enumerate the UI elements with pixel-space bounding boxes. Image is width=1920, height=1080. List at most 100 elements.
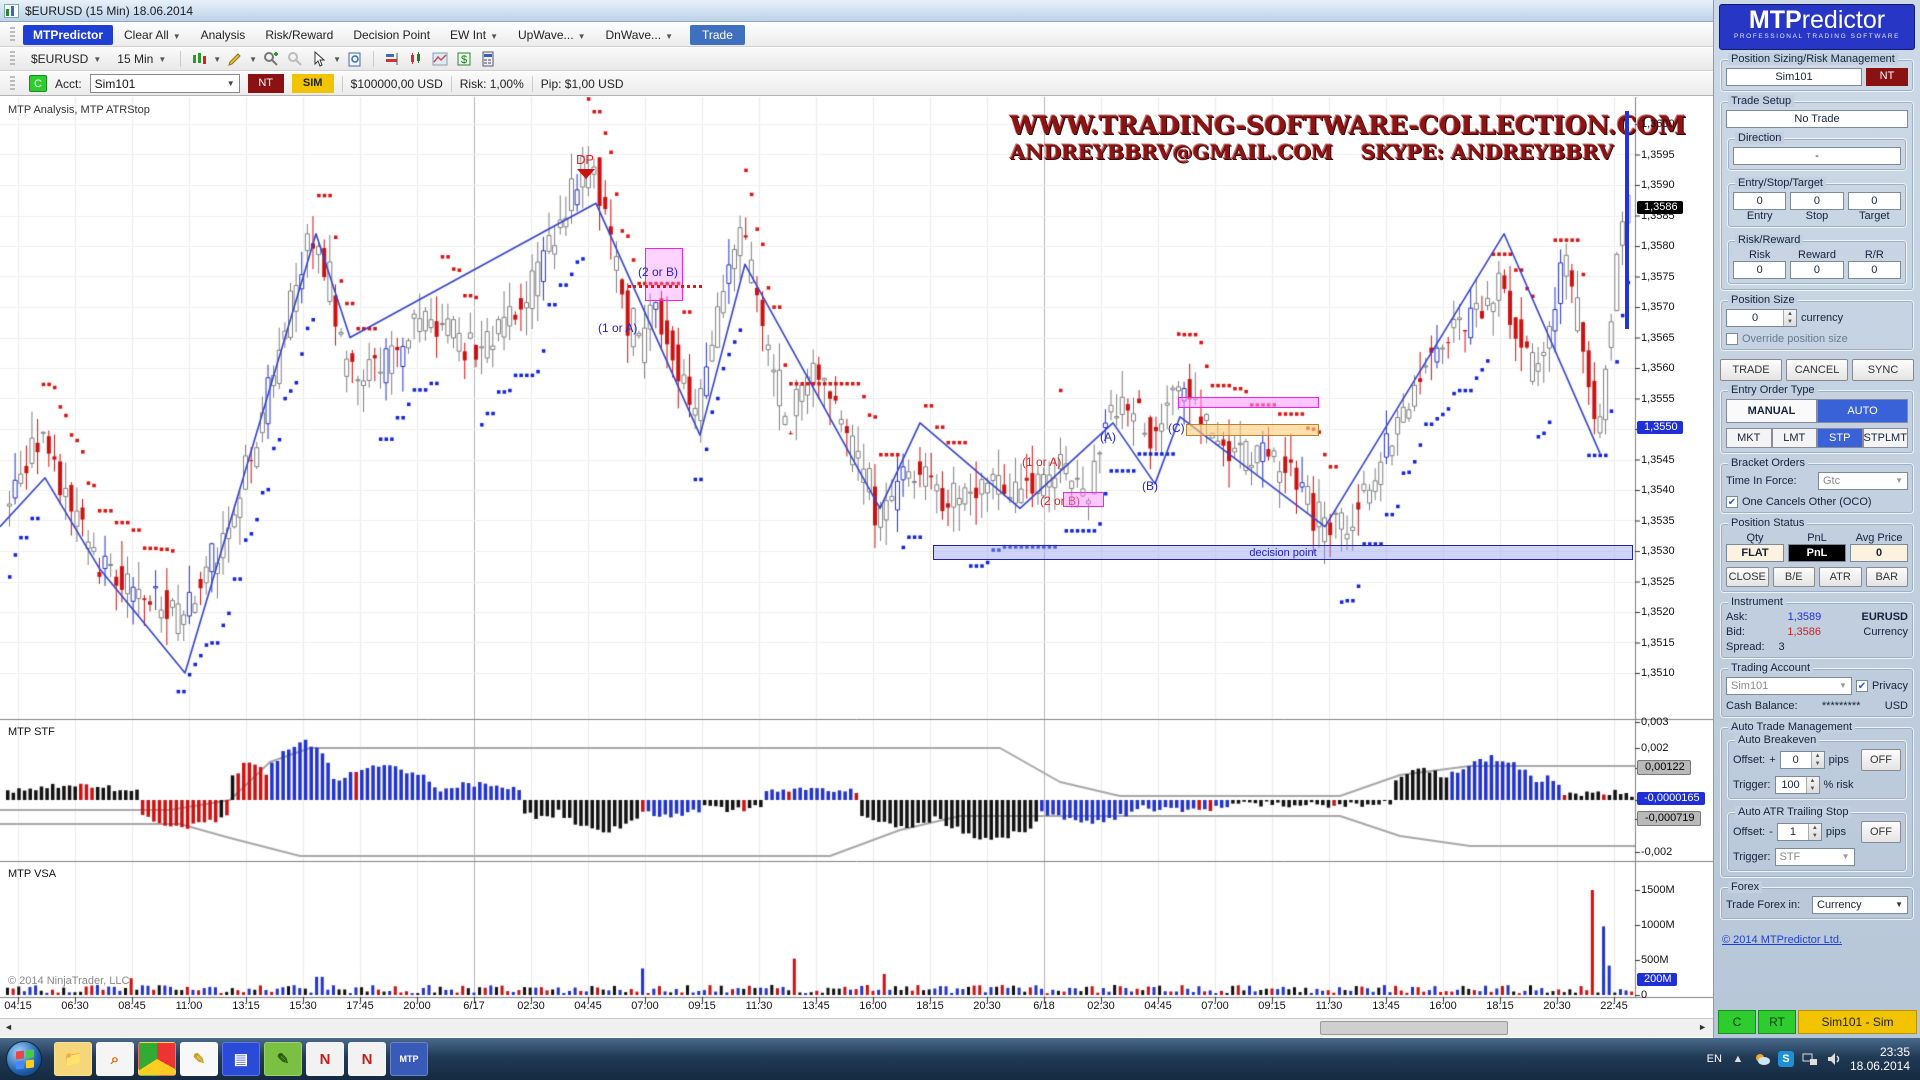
- toolbar-grip[interactable]: [10, 27, 15, 43]
- chevron-down-icon[interactable]: ▼: [213, 55, 221, 64]
- editor-taskbar-icon[interactable]: ✎: [264, 1042, 302, 1076]
- instrument-selector[interactable]: $EURUSD ▼: [25, 50, 107, 68]
- menu-item-trade[interactable]: Trade: [690, 25, 745, 45]
- group-title: Entry/Stop/Target: [1735, 177, 1826, 189]
- menu-item-analysis[interactable]: Analysis: [192, 26, 255, 44]
- oco-checkbox[interactable]: ✔: [1726, 496, 1738, 508]
- area-chart-icon[interactable]: [430, 50, 450, 68]
- cancel-button[interactable]: CANCEL: [1786, 359, 1848, 381]
- tr-offset-spinner[interactable]: 1 ▲▼: [1777, 823, 1822, 841]
- trade-button[interactable]: TRADE: [1720, 359, 1782, 381]
- be-trigger-label: Trigger:: [1733, 779, 1771, 791]
- trading-account-dropdown[interactable]: Sim101 ▼: [1726, 677, 1852, 695]
- oco-label: One Cancels Other (OCO): [1742, 496, 1872, 508]
- bid-value: 1,3586: [1787, 626, 1821, 638]
- notepad-taskbar-icon[interactable]: ✎: [180, 1042, 218, 1076]
- position-size-spinner[interactable]: 0 ▲▼: [1726, 309, 1797, 327]
- drawing-pencil-icon[interactable]: [225, 50, 245, 68]
- tr-trigger-dropdown[interactable]: STF ▼: [1775, 848, 1855, 866]
- ninjatrader-taskbar-icon[interactable]: N: [348, 1042, 386, 1076]
- tr-off-button[interactable]: OFF: [1861, 821, 1901, 843]
- close-button[interactable]: CLOSE: [1726, 567, 1769, 587]
- nt-badge[interactable]: NT: [1866, 68, 1908, 86]
- menu-item-upwave[interactable]: UpWave...▼: [509, 26, 595, 44]
- taskbar-clock[interactable]: 23:35 18.06.2014: [1850, 1045, 1910, 1073]
- toolbar-grip[interactable]: [10, 51, 15, 67]
- trade-forex-dropdown[interactable]: Currency ▼: [1812, 896, 1908, 914]
- spinner-arrows-icon[interactable]: ▲▼: [1806, 777, 1819, 793]
- spinner-arrows-icon[interactable]: ▲▼: [1808, 824, 1821, 840]
- network-tray-icon[interactable]: [1802, 1051, 1818, 1067]
- time-axis-label: 13:45: [1372, 1000, 1400, 1012]
- dollar-icon[interactable]: $: [454, 50, 474, 68]
- time-axis-label: 6/18: [1033, 1000, 1054, 1012]
- candle-panel-icon[interactable]: [406, 50, 426, 68]
- chevron-down-icon[interactable]: ▼: [333, 55, 341, 64]
- zoom-out-icon[interactable]: [285, 50, 305, 68]
- menu-item-ew-int[interactable]: EW Int▼: [441, 26, 507, 44]
- sync-button[interactable]: SYNC: [1852, 359, 1914, 381]
- group-title: Entry Order Type: [1728, 384, 1818, 396]
- connection-button[interactable]: C: [29, 75, 47, 92]
- order-type-stp[interactable]: STP: [1817, 428, 1863, 448]
- skype-tray-icon[interactable]: S: [1778, 1051, 1794, 1067]
- menu-item-clear-all[interactable]: Clear All▼: [115, 26, 190, 44]
- chart-scrollbar[interactable]: ◄ ►: [0, 1018, 1713, 1037]
- sim-mode-button[interactable]: SIM: [292, 74, 334, 93]
- scrollbar-thumb[interactable]: [1320, 1021, 1508, 1035]
- order-type-stplmt[interactable]: STPLMT: [1863, 428, 1909, 448]
- spinner-arrows-icon[interactable]: ▲▼: [1811, 752, 1824, 768]
- chrome-taskbar-icon[interactable]: [138, 1042, 176, 1076]
- language-indicator[interactable]: EN: [1707, 1053, 1722, 1065]
- be-off-button[interactable]: OFF: [1861, 749, 1901, 771]
- menu-item-mtpredictor[interactable]: MTPredictor: [23, 25, 113, 45]
- account-bar: C Acct: Sim101 ▼ NT SIM $100000,00 USD R…: [0, 72, 1920, 96]
- calculator-icon[interactable]: [478, 50, 498, 68]
- menu-item-risk-reward[interactable]: Risk/Reward: [256, 26, 342, 44]
- menu-item-dnwave[interactable]: DnWave...▼: [596, 26, 682, 44]
- search-taskbar-icon[interactable]: ⌕: [96, 1042, 134, 1076]
- menu-item-decision-point[interactable]: Decision Point: [344, 26, 439, 44]
- mtpredictor-copyright-link[interactable]: © 2014 MTPredictor Ltd.: [1722, 934, 1915, 946]
- toolbar-grip[interactable]: [10, 76, 15, 92]
- tray-expand-icon[interactable]: ▲: [1730, 1051, 1746, 1067]
- start-button[interactable]: [6, 1041, 42, 1077]
- tif-dropdown[interactable]: Gtc ▼: [1818, 472, 1908, 490]
- be-trigger-spinner[interactable]: 100 ▲▼: [1775, 776, 1820, 794]
- application-window: $EURUSD (15 Min) 18.06.2014 L — ❐ ✕ MTPr…: [0, 0, 1920, 1080]
- account-selector[interactable]: Sim101 ▼: [90, 74, 240, 93]
- atr-button[interactable]: ATR: [1819, 567, 1862, 587]
- cursor-tool-icon[interactable]: [309, 50, 329, 68]
- volume-tray-icon[interactable]: [1826, 1051, 1842, 1067]
- mtpredictor-taskbar-icon[interactable]: MTP: [390, 1042, 428, 1076]
- manual-button[interactable]: MANUAL: [1726, 399, 1817, 423]
- price-axis-label: 1,3600: [1641, 118, 1675, 130]
- interval-selector[interactable]: 15 Min ▼: [111, 50, 172, 68]
- save-taskbar-icon[interactable]: ▤: [222, 1042, 260, 1076]
- snapshot-icon[interactable]: [345, 50, 365, 68]
- account-label: Acct:: [55, 77, 82, 91]
- bar-button[interactable]: BAR: [1866, 567, 1909, 587]
- scroll-right-icon[interactable]: ►: [1698, 1022, 1707, 1032]
- chevron-down-icon[interactable]: ▼: [249, 55, 257, 64]
- privacy-checkbox[interactable]: ✔: [1856, 680, 1868, 692]
- entry-field[interactable]: 0: [1733, 192, 1786, 210]
- ninjatrader-taskbar-icon[interactable]: N: [306, 1042, 344, 1076]
- bars-panel-icon[interactable]: [382, 50, 402, 68]
- price-axis-label: 1,3535: [1641, 515, 1675, 527]
- scroll-left-icon[interactable]: ◄: [4, 1022, 13, 1032]
- be-offset-spinner[interactable]: 0 ▲▼: [1780, 751, 1825, 769]
- nt-mode-button[interactable]: NT: [248, 74, 284, 93]
- order-type-lmt[interactable]: LMT: [1772, 428, 1818, 448]
- zoom-in-icon[interactable]: [261, 50, 281, 68]
- order-type-mkt[interactable]: MKT: [1726, 428, 1772, 448]
- chart-style-icon[interactable]: [189, 50, 209, 68]
- auto-button[interactable]: AUTO: [1817, 399, 1908, 423]
- be-button[interactable]: B/E: [1773, 567, 1816, 587]
- override-checkbox[interactable]: [1726, 333, 1738, 345]
- spinner-arrows-icon[interactable]: ▲▼: [1783, 310, 1796, 326]
- stop-field[interactable]: 0: [1790, 192, 1843, 210]
- weather-tray-icon[interactable]: [1754, 1051, 1770, 1067]
- target-field[interactable]: 0: [1848, 192, 1901, 210]
- explorer-taskbar-icon[interactable]: 📁: [54, 1042, 92, 1076]
